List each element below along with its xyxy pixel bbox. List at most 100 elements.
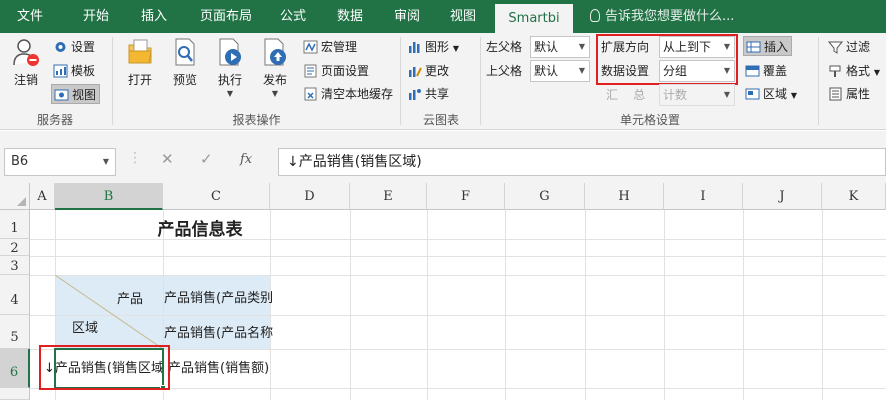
row-header-5[interactable]: 5 xyxy=(0,315,30,349)
filter-button[interactable]: 过滤 xyxy=(828,37,870,57)
row-header-7[interactable] xyxy=(0,388,30,400)
gridline xyxy=(427,210,428,400)
tab-page-layout[interactable]: 页面布局 xyxy=(185,0,267,33)
left-parent-select[interactable]: 默认 ▼ xyxy=(530,36,590,58)
format-button[interactable]: 格式 ▼ xyxy=(828,61,880,81)
overwrite-icon xyxy=(745,65,760,77)
column-header-c[interactable]: C xyxy=(163,183,270,210)
share-icon xyxy=(409,89,421,100)
logout-button[interactable]: 注销 xyxy=(7,37,45,88)
clear-cache-icon xyxy=(304,87,317,101)
tab-file[interactable]: 文件 xyxy=(0,0,60,33)
column-header-a[interactable]: A xyxy=(30,183,55,210)
bar-chart-icon xyxy=(409,42,420,53)
tab-smartbi[interactable]: Smartbi xyxy=(495,4,573,33)
select-all-corner[interactable] xyxy=(0,183,30,210)
column-header-d[interactable]: D xyxy=(270,183,350,210)
tell-me-search[interactable]: 告诉我您想要做什么... xyxy=(590,0,734,33)
execute-play-icon xyxy=(219,38,241,66)
group-label-server: 服务器 xyxy=(36,113,73,127)
chevron-down-icon: ▼ xyxy=(578,66,585,75)
formula-bar-splitter[interactable]: ⋮ xyxy=(128,150,142,166)
template-icon xyxy=(53,64,68,78)
execute-button[interactable]: 执行 ▼ xyxy=(210,37,250,98)
group-label-report-ops: 报表操作 xyxy=(232,113,281,127)
macro-management-button[interactable]: 宏管理 xyxy=(303,37,357,57)
chevron-down-icon: ▼ xyxy=(271,89,279,98)
column-header-i[interactable]: I xyxy=(664,183,743,210)
format-brush-icon xyxy=(829,65,841,77)
summary-select[interactable]: 计数 ▼ xyxy=(659,84,735,106)
settings-button[interactable]: 设置 xyxy=(53,37,95,57)
properties-icon xyxy=(829,87,842,101)
column-header-f[interactable]: F xyxy=(427,183,505,210)
insert-function-icon[interactable]: fx xyxy=(240,152,252,167)
folder-open-icon xyxy=(128,39,152,64)
insert-mode-button[interactable]: 插入 xyxy=(743,36,793,56)
tab-insert[interactable]: 插入 xyxy=(124,0,184,33)
column-header-h[interactable]: H xyxy=(585,183,664,210)
group-label-cell-settings: 单元格设置 xyxy=(619,113,680,127)
cancel-icon[interactable]: ✕ xyxy=(161,150,174,168)
top-parent-select[interactable]: 默认 ▼ xyxy=(530,60,590,82)
overwrite-mode-button[interactable]: 覆盖 xyxy=(745,61,787,81)
cell-c4[interactable]: 产品销售(产品类别) xyxy=(164,287,274,306)
column-header-j[interactable]: J xyxy=(743,183,822,210)
gear-icon xyxy=(55,42,66,52)
cell-b5-region-header[interactable]: 区域 xyxy=(72,317,98,336)
property-button[interactable]: 属性 xyxy=(828,84,870,104)
gridline xyxy=(350,210,351,400)
row-header-1[interactable]: 1 xyxy=(0,210,30,239)
tab-review[interactable]: 审阅 xyxy=(382,0,432,33)
tab-data[interactable]: 数据 xyxy=(325,0,375,33)
tab-formulas[interactable]: 公式 xyxy=(268,0,318,33)
cell-b4-product-header[interactable]: 产品 xyxy=(117,288,143,307)
ribbon-tab-bar: 文件 开始 插入 页面布局 公式 数据 审阅 视图 Smartbi 告诉我您想要… xyxy=(0,0,886,33)
publish-button[interactable]: 发布 ▼ xyxy=(255,37,295,98)
gridline xyxy=(664,210,665,400)
name-box[interactable]: B6 ▼ xyxy=(4,148,116,176)
row-header-4[interactable]: 4 xyxy=(0,275,30,315)
update-chart-button[interactable]: 更改 xyxy=(407,61,449,81)
highlight-box xyxy=(596,34,738,85)
column-header-g[interactable]: G xyxy=(505,183,585,210)
preview-button[interactable]: 预览 xyxy=(165,37,205,88)
filter-funnel-icon xyxy=(828,41,843,54)
region-button[interactable]: 区域 ▼ xyxy=(745,84,797,104)
left-parent-label: 左父格 xyxy=(486,40,523,54)
column-header-b[interactable]: B xyxy=(55,183,163,210)
template-button[interactable]: 模板 xyxy=(53,61,95,81)
chevron-down-icon: ▼ xyxy=(873,68,880,77)
gridline xyxy=(505,210,506,400)
select-all-triangle-icon xyxy=(17,197,26,206)
tab-view[interactable]: 视图 xyxy=(438,0,488,33)
formula-input[interactable]: ↓产品销售(销售区域) xyxy=(278,148,886,176)
clear-cache-button[interactable]: 清空本地缓存 xyxy=(303,84,393,104)
row-header-2[interactable]: 2 xyxy=(0,239,30,256)
tab-home[interactable]: 开始 xyxy=(66,0,126,33)
divider xyxy=(400,37,401,125)
chevron-down-icon: ▼ xyxy=(723,90,730,99)
page-setup-button[interactable]: 页面设置 xyxy=(303,61,369,81)
chart-button[interactable]: 图形 ▼ xyxy=(407,37,459,57)
cell-c6[interactable]: 产品销售(销售额) xyxy=(168,357,278,376)
region-icon xyxy=(745,88,760,100)
cell-c5[interactable]: 产品销售(产品名称) xyxy=(164,322,274,341)
diagonal-header-line xyxy=(55,275,163,349)
enter-icon[interactable]: ✓ xyxy=(200,150,213,168)
row-header-3[interactable]: 3 xyxy=(0,256,30,275)
sheet-title[interactable]: 产品信息表 xyxy=(110,210,290,239)
column-header-e[interactable]: E xyxy=(350,183,427,210)
row-header-6[interactable]: 6 xyxy=(0,349,30,388)
page-setup-icon xyxy=(304,64,317,78)
eye-icon xyxy=(54,89,69,101)
spreadsheet-grid: A B C D E F G H I J K 1 2 3 4 5 6 产品信息表 … xyxy=(0,183,886,400)
column-header-k[interactable]: K xyxy=(822,183,886,210)
divider xyxy=(480,37,481,125)
divider xyxy=(112,37,113,125)
share-chart-button[interactable]: 共享 xyxy=(407,84,449,104)
open-button[interactable]: 打开 xyxy=(120,37,160,88)
chevron-down-icon: ▼ xyxy=(226,89,234,98)
view-toggle-button[interactable]: 视图 xyxy=(51,84,101,104)
group-label-cloud-chart: 云图表 xyxy=(422,113,459,127)
